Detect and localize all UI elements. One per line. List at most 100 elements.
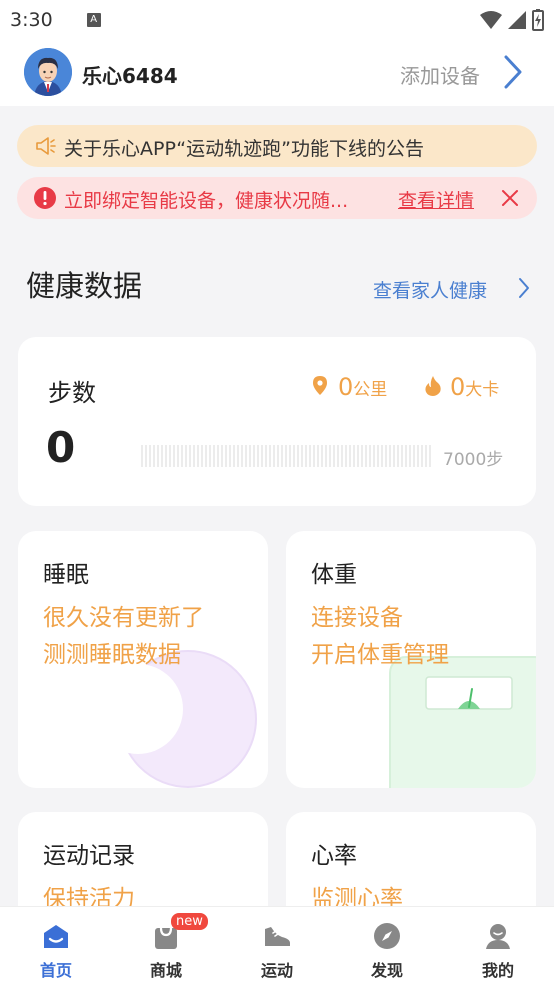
progress-tick (261, 445, 263, 467)
bind-device-text: 立即绑定智能设备，健康状况随... (64, 190, 349, 212)
chevron-right-icon[interactable] (502, 54, 524, 90)
bind-device-notice: 立即绑定智能设备，健康状况随... 查看详情 (17, 177, 537, 219)
signal-icon (508, 11, 526, 29)
nav-mall-label: 商城 (149, 961, 182, 980)
steps-goal: 7000步 (443, 450, 504, 470)
steps-card[interactable]: 步数 0 0公里 0大卡 7000步 (18, 337, 536, 506)
progress-tick (369, 445, 371, 467)
sleep-subtitle-1: 很久没有更新了 (43, 605, 204, 631)
moon-illustration (118, 650, 257, 788)
sport-record-title: 运动记录 (43, 843, 135, 869)
nav-sport-label: 运动 (260, 961, 293, 980)
user-avatar-icon (24, 48, 72, 96)
progress-tick (149, 445, 151, 467)
nav-mine[interactable]: 我的 (443, 907, 553, 984)
progress-tick (277, 445, 279, 467)
progress-tick (141, 445, 143, 467)
progress-tick (345, 445, 347, 467)
status-indicators (480, 9, 544, 31)
battery-icon (532, 9, 544, 31)
announcement-notice[interactable]: 关于乐心APP“运动轨迹跑”功能下线的公告 (17, 125, 537, 167)
new-badge: new (171, 913, 208, 930)
nav-home[interactable]: 首页 (1, 907, 111, 984)
profile-icon (486, 924, 510, 949)
nav-discover[interactable]: 发现 (332, 907, 442, 984)
view-details-link[interactable]: 查看详情 (398, 186, 474, 213)
add-device-button[interactable]: 添加设备 (400, 60, 480, 89)
progress-tick (405, 445, 407, 467)
user-name[interactable]: 乐心6484 (82, 60, 178, 89)
sleep-title: 睡眠 (43, 562, 89, 588)
compass-icon (374, 923, 400, 949)
weight-subtitle-2: 开启体重管理 (311, 642, 449, 668)
wifi-icon (480, 11, 502, 29)
progress-tick (229, 445, 231, 467)
speaker-icon (36, 137, 56, 155)
progress-tick (417, 445, 419, 467)
progress-tick (413, 445, 415, 467)
nav-home-label: 首页 (39, 961, 72, 980)
progress-tick (169, 445, 171, 467)
weight-card[interactable]: 体重 连接设备 开启体重管理 (286, 531, 536, 788)
progress-tick (333, 445, 335, 467)
progress-tick (401, 445, 403, 467)
shoe-icon (265, 927, 290, 946)
progress-tick (257, 445, 259, 467)
progress-tick (245, 445, 247, 467)
progress-tick (253, 445, 255, 467)
progress-tick (225, 445, 227, 467)
progress-tick (357, 445, 359, 467)
distance-value: 0公里 (338, 373, 387, 401)
progress-tick (285, 445, 287, 467)
steps-value: 0 (46, 423, 76, 472)
health-data-title: 健康数据 (26, 269, 143, 303)
chevron-right-icon[interactable] (517, 277, 531, 299)
scale-illustration (389, 656, 536, 788)
progress-tick (205, 445, 207, 467)
family-health-link[interactable]: 查看家人健康 (373, 276, 487, 303)
progress-tick (145, 445, 147, 467)
calories-value: 0大卡 (450, 373, 499, 401)
progress-tick (389, 445, 391, 467)
progress-tick (329, 445, 331, 467)
avatar[interactable] (24, 48, 72, 96)
progress-tick (265, 445, 267, 467)
progress-tick (353, 445, 355, 467)
progress-tick (429, 445, 431, 467)
progress-tick (197, 445, 199, 467)
progress-tick (397, 445, 399, 467)
nav-sport[interactable]: 运动 (222, 907, 332, 984)
progress-tick (373, 445, 375, 467)
progress-tick (241, 445, 243, 467)
announcement-text: 关于乐心APP“运动轨迹跑”功能下线的公告 (64, 138, 424, 160)
progress-tick (317, 445, 319, 467)
progress-tick (177, 445, 179, 467)
progress-tick (193, 445, 195, 467)
sleep-card[interactable]: 睡眠 很久没有更新了 测测睡眠数据 (18, 531, 268, 788)
progress-tick (201, 445, 203, 467)
progress-tick (293, 445, 295, 467)
progress-tick (365, 445, 367, 467)
progress-tick (233, 445, 235, 467)
distance-unit: 公里 (353, 380, 388, 400)
header: 乐心6484 添加设备 (0, 40, 554, 106)
bottom-nav: 首页 new 商城 运动 发现 我的 (0, 906, 554, 984)
flame-icon (425, 376, 441, 396)
progress-tick (341, 445, 343, 467)
progress-tick (273, 445, 275, 467)
progress-tick (213, 445, 215, 467)
progress-tick (325, 445, 327, 467)
progress-tick (313, 445, 315, 467)
progress-tick (349, 445, 351, 467)
progress-tick (157, 445, 159, 467)
calories-unit: 大卡 (465, 380, 500, 400)
nav-mall[interactable]: new 商城 (111, 907, 221, 984)
progress-tick (393, 445, 395, 467)
progress-tick (361, 445, 363, 467)
progress-tick (185, 445, 187, 467)
sleep-subtitle-2: 测测睡眠数据 (43, 642, 181, 668)
progress-tick (161, 445, 163, 467)
close-icon[interactable] (501, 189, 519, 207)
progress-tick (381, 445, 383, 467)
nav-mine-label: 我的 (481, 961, 514, 980)
